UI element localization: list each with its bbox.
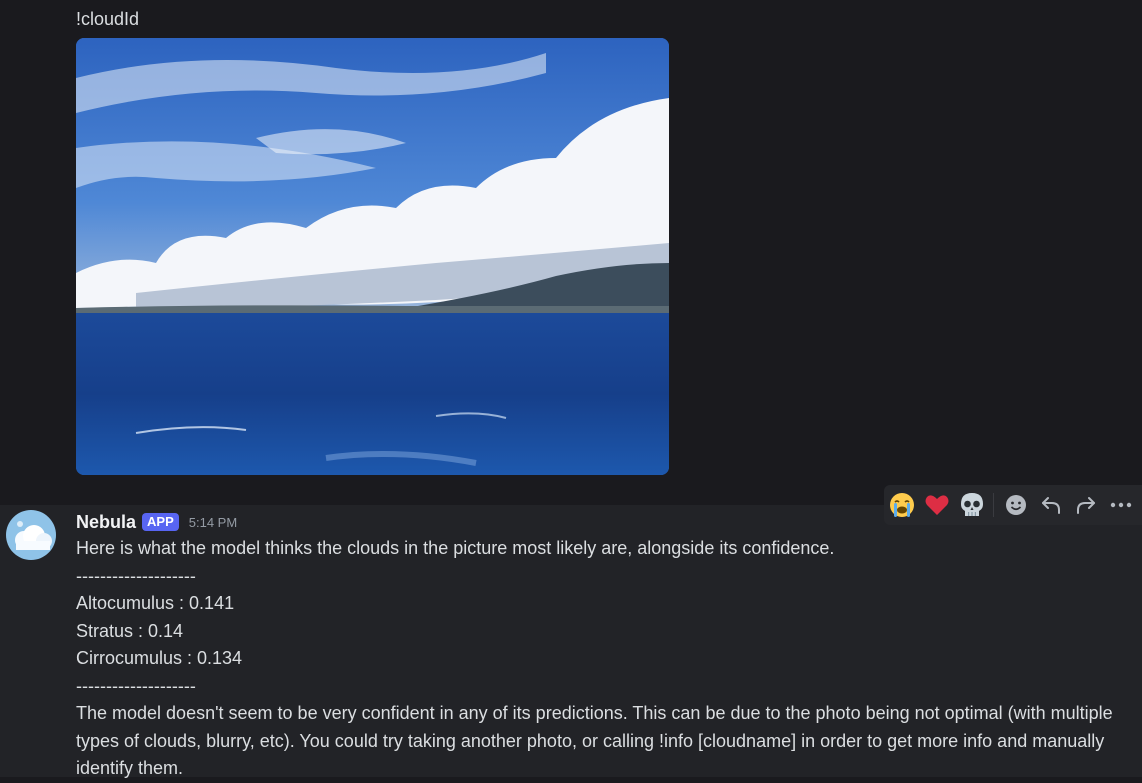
forward-icon[interactable]: [1068, 487, 1103, 523]
message-content: Here is what the model thinks the clouds…: [76, 535, 1126, 783]
more-icon[interactable]: [1103, 487, 1138, 523]
bot-message: Nebula APP 5:14 PM Here is what the mode…: [0, 505, 1142, 778]
prediction-item: Cirrocumulus : 0.134: [76, 648, 243, 668]
divider-bottom: --------------------: [76, 675, 196, 696]
add-reaction-icon[interactable]: [998, 487, 1033, 523]
prediction-item: Stratus : 0.14: [76, 620, 184, 641]
message-conclusion: The model doesn't seem to be very confid…: [76, 703, 1113, 778]
divider-top: --------------------: [76, 565, 196, 586]
message-header: Nebula APP 5:14 PM: [76, 510, 237, 534]
app-badge: APP: [142, 513, 179, 531]
avatar[interactable]: [6, 510, 56, 560]
reply-icon[interactable]: [1033, 487, 1068, 523]
previous-message-text: !cloudId: [76, 9, 140, 29]
timestamp[interactable]: 5:14 PM: [189, 515, 237, 530]
previous-message: !cloudId: [0, 0, 1142, 505]
attached-photo[interactable]: [76, 38, 669, 475]
prediction-item: Altocumulus : 0.141: [76, 593, 235, 613]
message-toolbar: [884, 485, 1142, 525]
loudly-crying-face-icon[interactable]: [884, 487, 919, 523]
red-heart-icon[interactable]: [919, 487, 954, 523]
toolbar-divider: [993, 493, 994, 517]
message-intro: Here is what the model thinks the clouds…: [76, 538, 835, 558]
skull-icon[interactable]: [954, 487, 989, 523]
username[interactable]: Nebula: [76, 512, 136, 533]
